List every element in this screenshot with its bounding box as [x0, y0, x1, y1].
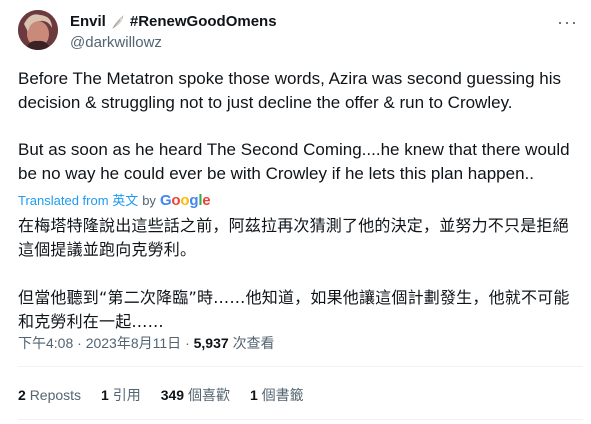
- more-options-icon[interactable]: ···: [557, 13, 578, 31]
- likes-label: 個喜歡: [187, 387, 230, 403]
- engagement-stats: 2 Reposts 1 引用 349 個喜歡 1 個書籤: [18, 385, 304, 405]
- display-name-text: Envil: [70, 13, 106, 30]
- google-logo: Google: [159, 192, 211, 209]
- meta-separator: ·: [77, 335, 82, 351]
- author-handle[interactable]: @darkwillowz: [70, 33, 277, 53]
- avatar[interactable]: [18, 10, 58, 50]
- tweet-paragraph-1: Before The Metatron spoke those words, A…: [18, 69, 562, 112]
- translation-attribution: Translated from 英文 by Google: [18, 192, 211, 209]
- likes-stat[interactable]: 349 個喜歡: [161, 385, 230, 405]
- reposts-stat[interactable]: 2 Reposts: [18, 385, 81, 405]
- meta-separator-2: ·: [185, 335, 190, 351]
- tweet: Envil #RenewGoodOmens @darkwillowz ··· B…: [0, 0, 591, 424]
- feather-emoji-icon: [110, 14, 126, 30]
- quotes-stat[interactable]: 1 引用: [101, 385, 141, 405]
- display-name[interactable]: Envil #RenewGoodOmens: [70, 12, 277, 32]
- bookmarks-label: 個書籤: [261, 387, 304, 403]
- quotes-label: 引用: [112, 387, 141, 403]
- divider-top: [18, 366, 583, 367]
- likes-count: 349: [160, 387, 185, 403]
- translated-text: 在梅塔特隆說出這些話之前，阿茲拉再次猜測了他的決定，並努力不只是拒絕這個提議並跑…: [18, 214, 584, 334]
- tweet-paragraph-2: But as soon as he heard The Second Comin…: [18, 140, 570, 183]
- views-count: 5,937: [193, 335, 229, 351]
- tweet-text: Before The Metatron spoke those words, A…: [18, 67, 580, 186]
- divider-bottom: [18, 419, 583, 420]
- tweet-date[interactable]: 2023年8月11日: [86, 335, 181, 351]
- bookmarks-count: 1: [249, 387, 258, 403]
- quotes-count: 1: [101, 387, 109, 403]
- display-name-hashtag: #RenewGoodOmens: [129, 13, 277, 30]
- tweet-header: Envil #RenewGoodOmens @darkwillowz ···: [18, 10, 582, 56]
- reposts-label: Reposts: [29, 387, 82, 403]
- tweet-time[interactable]: 下午4:08: [18, 335, 73, 351]
- translated-by-label: by: [142, 193, 156, 208]
- bookmarks-stat[interactable]: 1 個書籤: [250, 385, 304, 405]
- reposts-count: 2: [18, 387, 26, 403]
- tweet-meta: 下午4:08 · 2023年8月11日 · 5,937 次查看: [18, 333, 275, 353]
- views-label: 次查看: [232, 335, 275, 351]
- source-language: 英文: [112, 193, 139, 208]
- translated-from-link[interactable]: Translated from 英文: [18, 193, 138, 209]
- translation-paragraph-2: 但當他聽到“第二次降臨”時……他知道，如果他讓這個計劃發生，他就不可能和克勞利在…: [18, 288, 570, 331]
- translation-paragraph-1: 在梅塔特隆說出這些話之前，阿茲拉再次猜測了他的決定，並努力不只是拒絕這個提議並跑…: [18, 216, 569, 259]
- translated-from-label: Translated from: [18, 193, 109, 208]
- author-names: Envil #RenewGoodOmens @darkwillowz: [70, 12, 277, 53]
